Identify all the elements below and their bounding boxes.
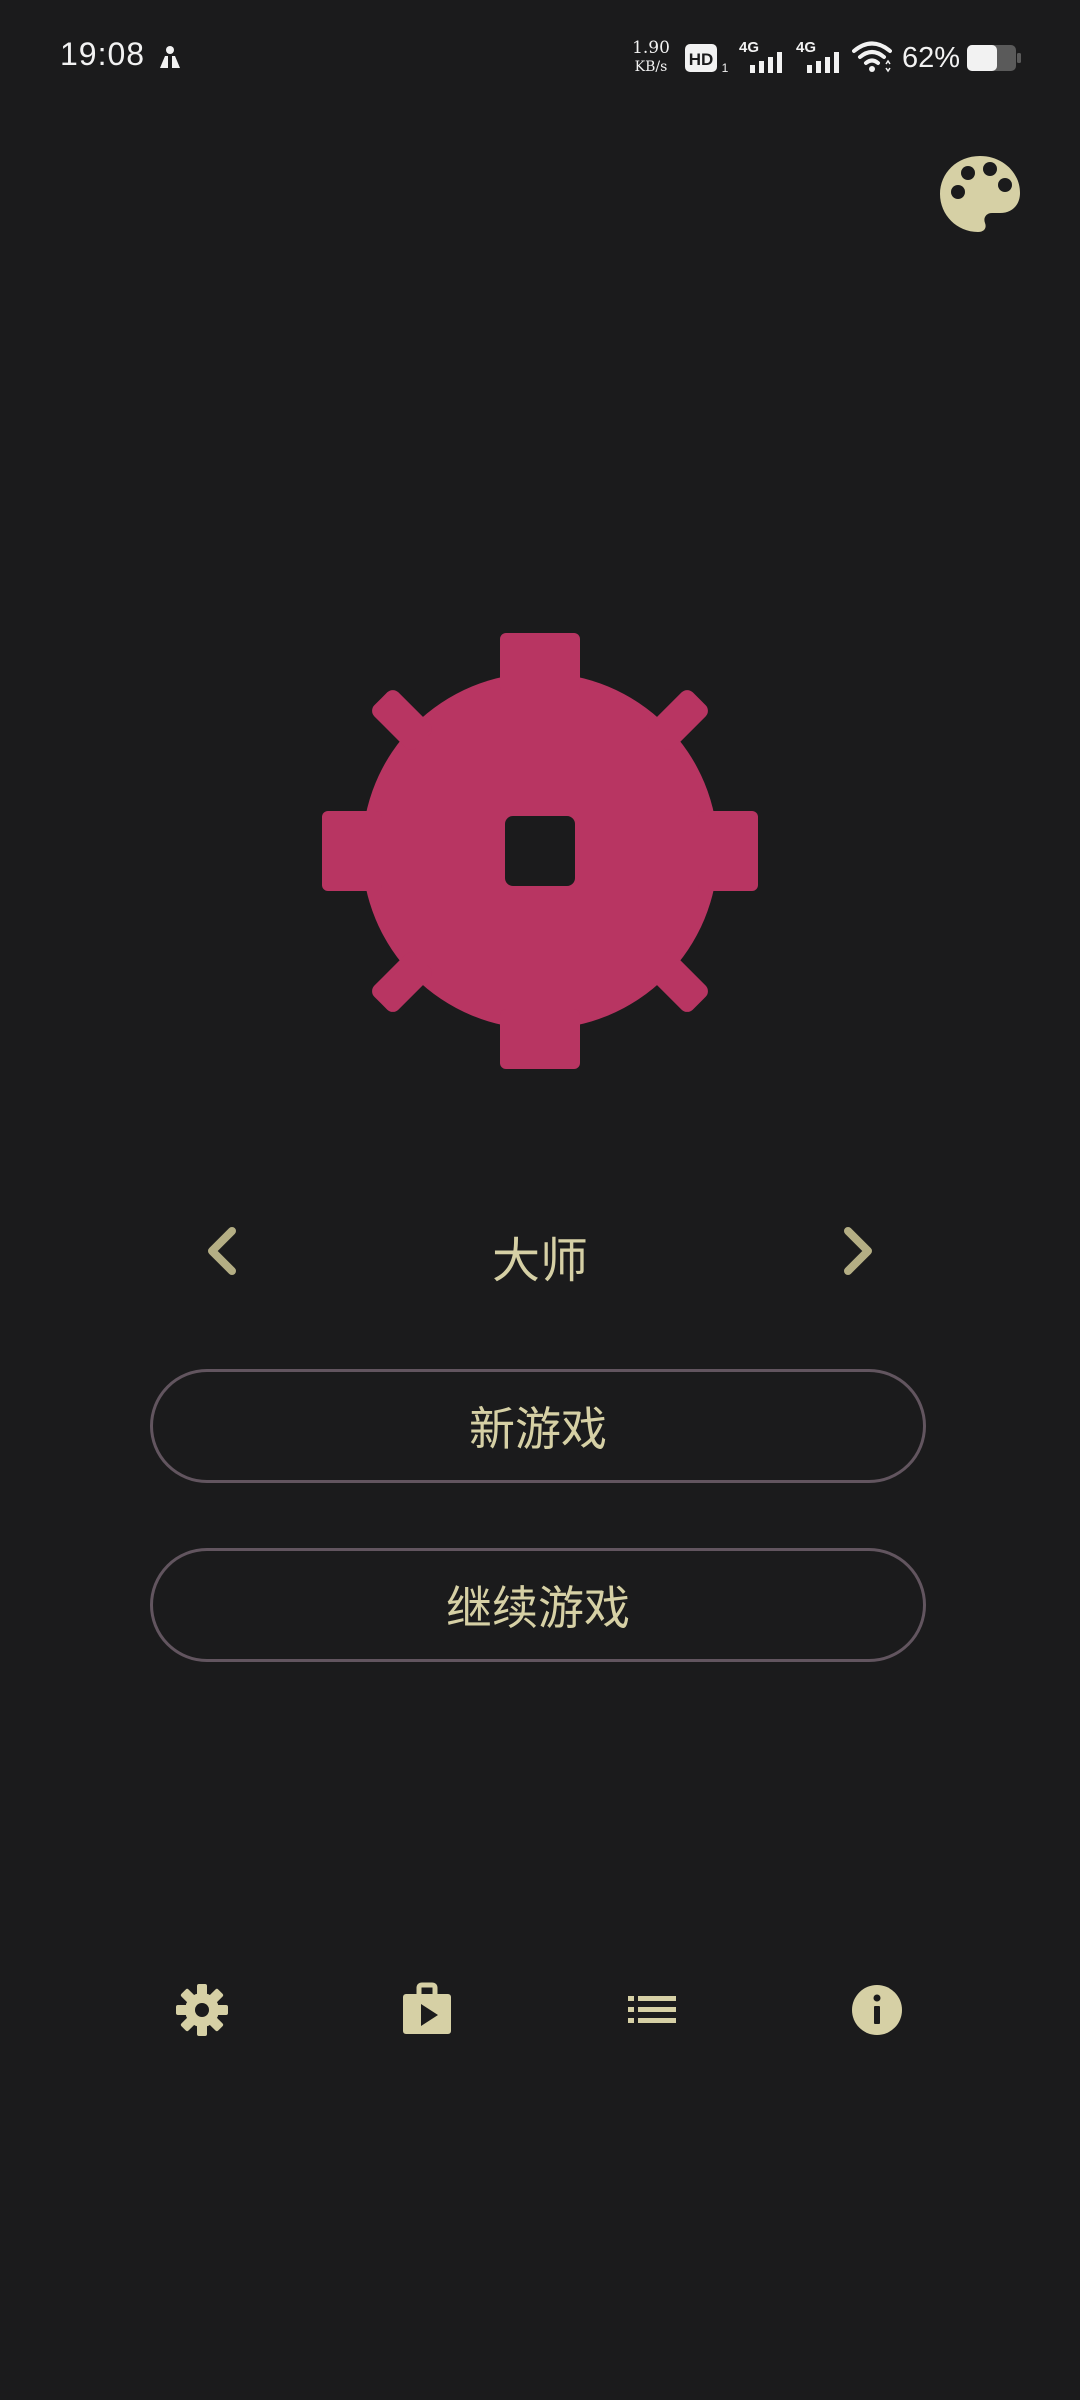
status-bar: 19:08 1.90 KB/s HD 1 4G 4G 62% bbox=[0, 0, 1080, 116]
list-icon[interactable] bbox=[622, 1980, 682, 2040]
palette-icon[interactable] bbox=[938, 152, 1022, 236]
bottom-nav bbox=[0, 1980, 1080, 2044]
signal-4g-icon-2: 4G bbox=[796, 39, 839, 73]
mine-gear-icon bbox=[322, 633, 758, 1069]
difficulty-selector: 大师 bbox=[0, 1205, 1080, 1295]
battery-fill bbox=[967, 45, 997, 71]
wifi-icon bbox=[852, 41, 892, 73]
difficulty-label: 大师 bbox=[491, 1233, 588, 1289]
network-speed-value: 1.90 bbox=[632, 38, 670, 58]
hd-voice-icon: HD 1 bbox=[685, 44, 729, 75]
hd-label: HD bbox=[689, 50, 714, 69]
status-time: 19:08 bbox=[60, 36, 146, 72]
chevron-left-icon[interactable] bbox=[196, 1223, 252, 1279]
user-status-icon bbox=[160, 46, 180, 68]
network-speed-unit: KB/s bbox=[634, 59, 668, 75]
network-speed: 1.90 KB/s bbox=[628, 39, 674, 77]
play-store-bag-icon[interactable] bbox=[397, 1980, 457, 2040]
signal-4g-icon-1: 4G bbox=[739, 39, 782, 73]
info-icon[interactable] bbox=[847, 1980, 907, 2040]
new-game-button[interactable]: 新游戏 bbox=[150, 1369, 926, 1483]
continue-game-button[interactable]: 继续游戏 bbox=[150, 1548, 926, 1662]
hd-sub-label: 1 bbox=[722, 61, 729, 75]
gear-icon[interactable] bbox=[172, 1980, 232, 2040]
signal-1-label: 4G bbox=[739, 39, 759, 56]
signal-2-label: 4G bbox=[796, 39, 816, 56]
battery-icon bbox=[967, 45, 1021, 71]
chevron-right-icon[interactable] bbox=[828, 1223, 884, 1279]
battery-percent: 62% bbox=[902, 42, 961, 74]
